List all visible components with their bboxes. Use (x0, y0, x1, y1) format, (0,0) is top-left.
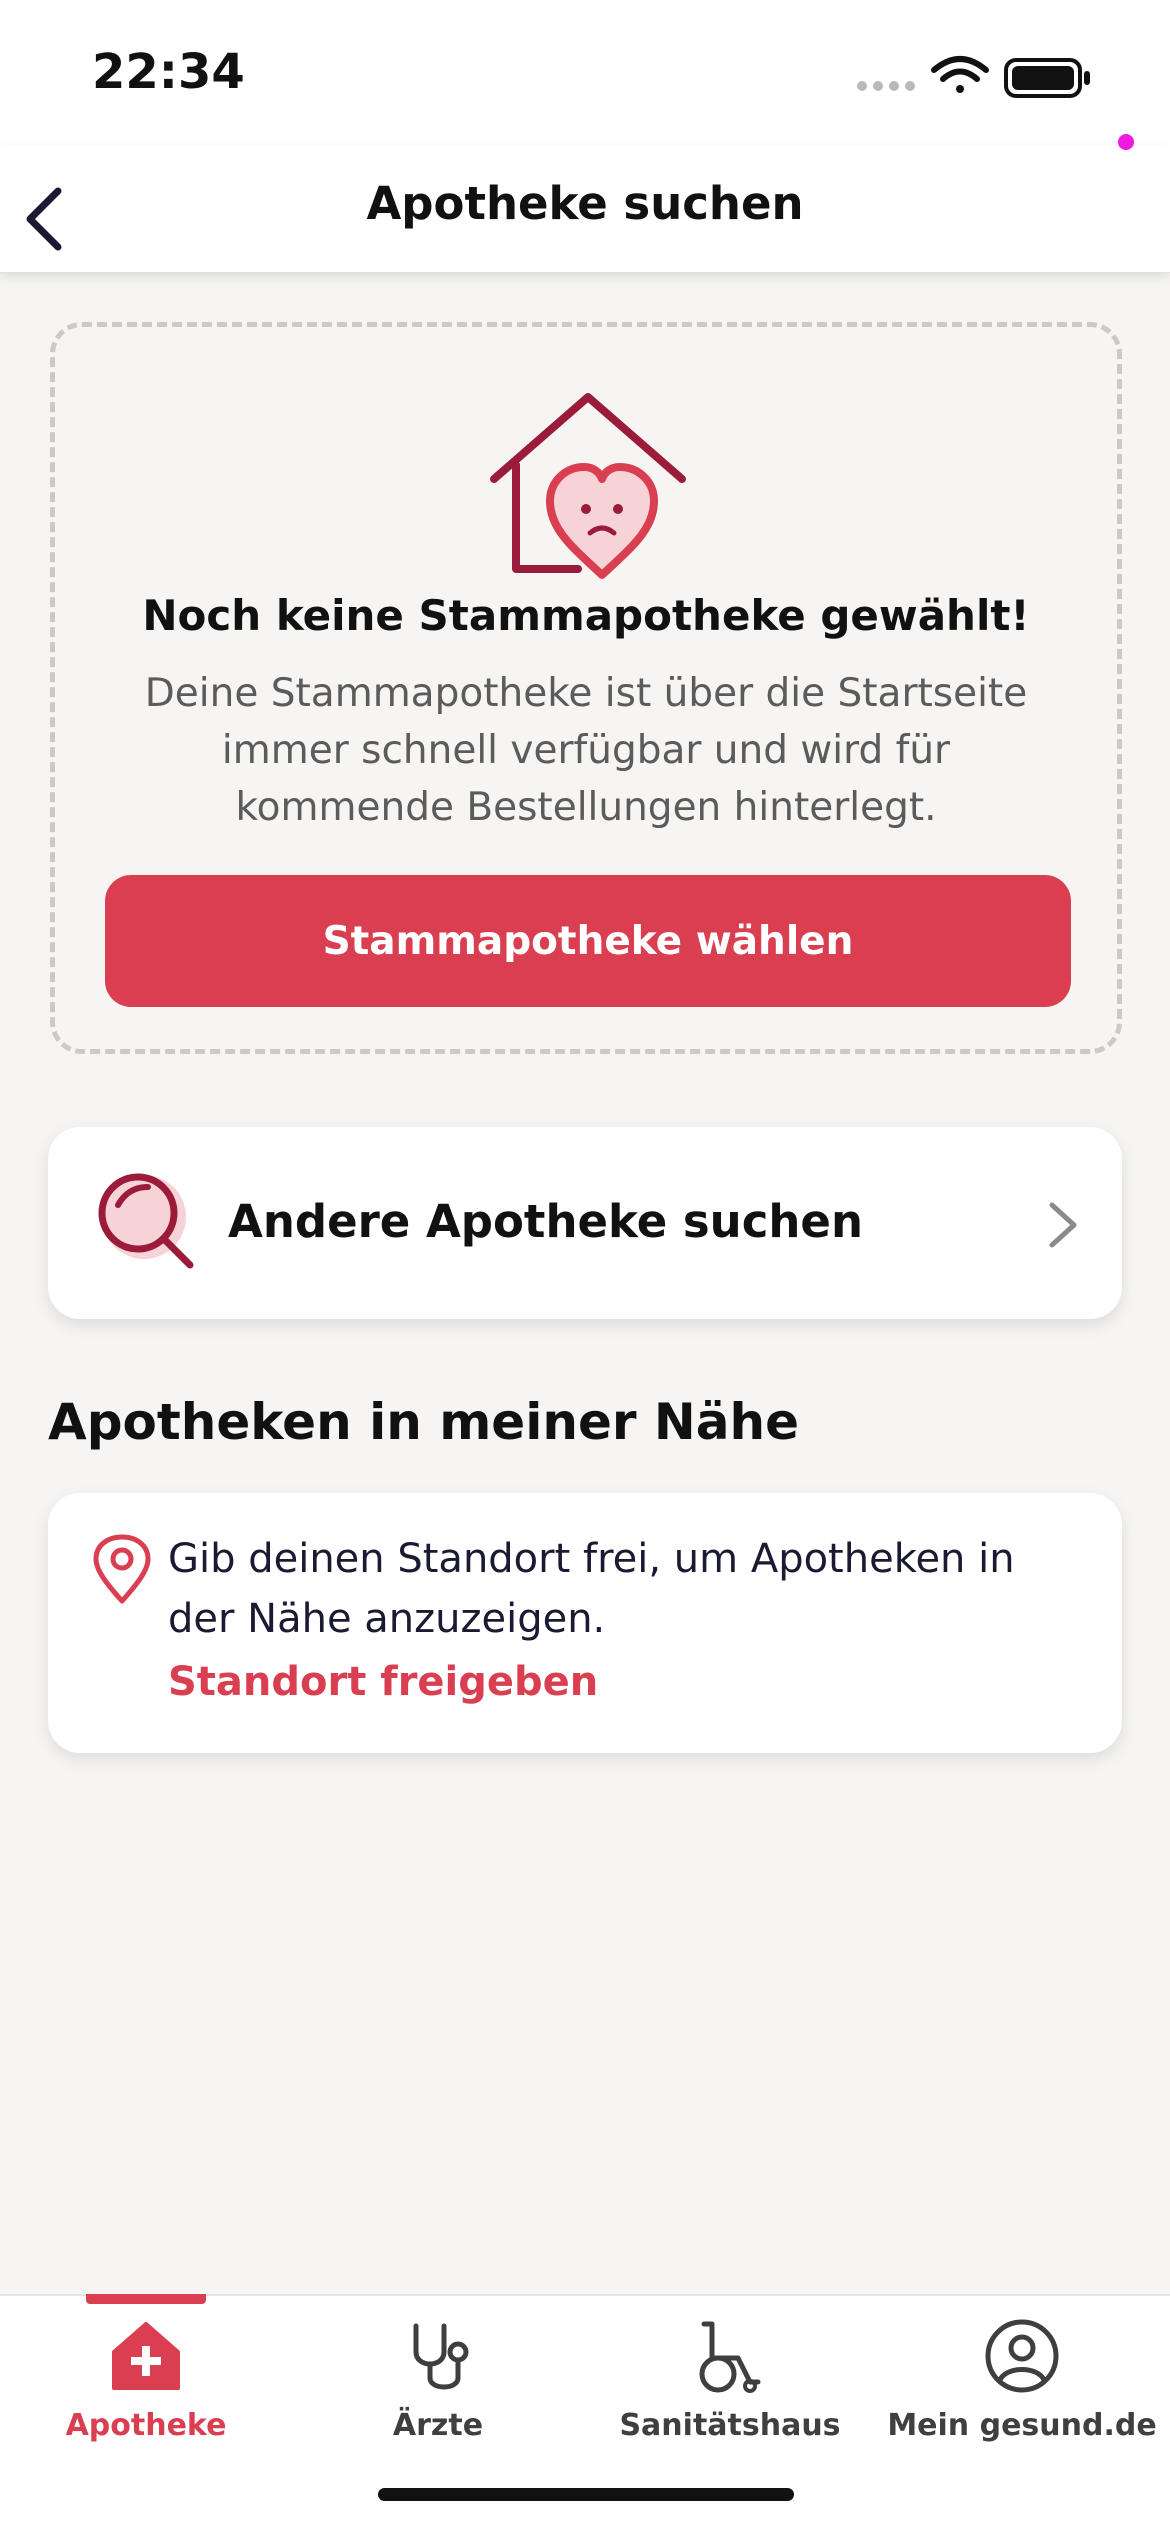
stethoscope-icon (413, 2323, 469, 2390)
tab-label: Ärzte (392, 2408, 484, 2443)
tab-apotheke[interactable]: Apotheke (0, 2294, 292, 2496)
wifi-icon (931, 56, 989, 93)
search-other-pharmacy-label: Andere Apotheke suchen (228, 1195, 863, 1248)
tab-label: Apotheke (65, 2408, 227, 2443)
no-home-pharmacy-card: Noch keine Stammapotheke gewählt! Deine … (50, 322, 1122, 1054)
profile-icon (985, 2319, 1059, 2393)
pharmacy-house-icon (112, 2322, 180, 2390)
page-title: Apotheke suchen (366, 177, 804, 230)
tab-aerzte[interactable]: Ärzte (292, 2296, 584, 2496)
status-icons (854, 50, 1114, 100)
location-pin-icon (93, 1534, 151, 1604)
battery-icon (1004, 58, 1090, 98)
home-indicator (378, 2488, 794, 2501)
tab-label: Sanitätshaus (619, 2408, 841, 2443)
search-icon (98, 1173, 194, 1269)
choose-home-pharmacy-button[interactable]: Stammapotheke wählen (105, 875, 1071, 1007)
status-bar: 22:34 (0, 0, 1170, 145)
tab-sanitaetshaus[interactable]: Sanitätshaus (584, 2296, 876, 2496)
nav-bar: Apotheke suchen (0, 145, 1170, 273)
location-permission-text: Gib deinen Standort frei, um Apotheken i… (168, 1536, 1015, 1642)
tab-label: Mein gesund.de (887, 2408, 1157, 2443)
status-time: 22:34 (92, 44, 245, 100)
tab-mein-gesund[interactable]: Mein gesund.de (876, 2296, 1168, 2496)
chevron-right-icon (1049, 1202, 1077, 1248)
signal-icon (857, 81, 915, 91)
wheelchair-icon (699, 2321, 761, 2393)
active-tab-indicator (86, 2294, 206, 2304)
empty-state-title: Noch keine Stammapotheke gewählt! (142, 591, 1030, 640)
notification-dot (1118, 134, 1134, 150)
share-location-link[interactable]: Standort freigeben (168, 1659, 598, 1705)
empty-state-text: Deine Stammapotheke ist über die Startse… (144, 671, 1028, 830)
location-permission-card: Gib deinen Standort frei, um Apotheken i… (48, 1493, 1122, 1753)
sad-heart-house-icon (490, 393, 686, 579)
nearby-section-title: Apotheken in meiner Nähe (48, 1393, 800, 1451)
search-other-pharmacy-card[interactable]: Andere Apotheke suchen (48, 1127, 1122, 1319)
